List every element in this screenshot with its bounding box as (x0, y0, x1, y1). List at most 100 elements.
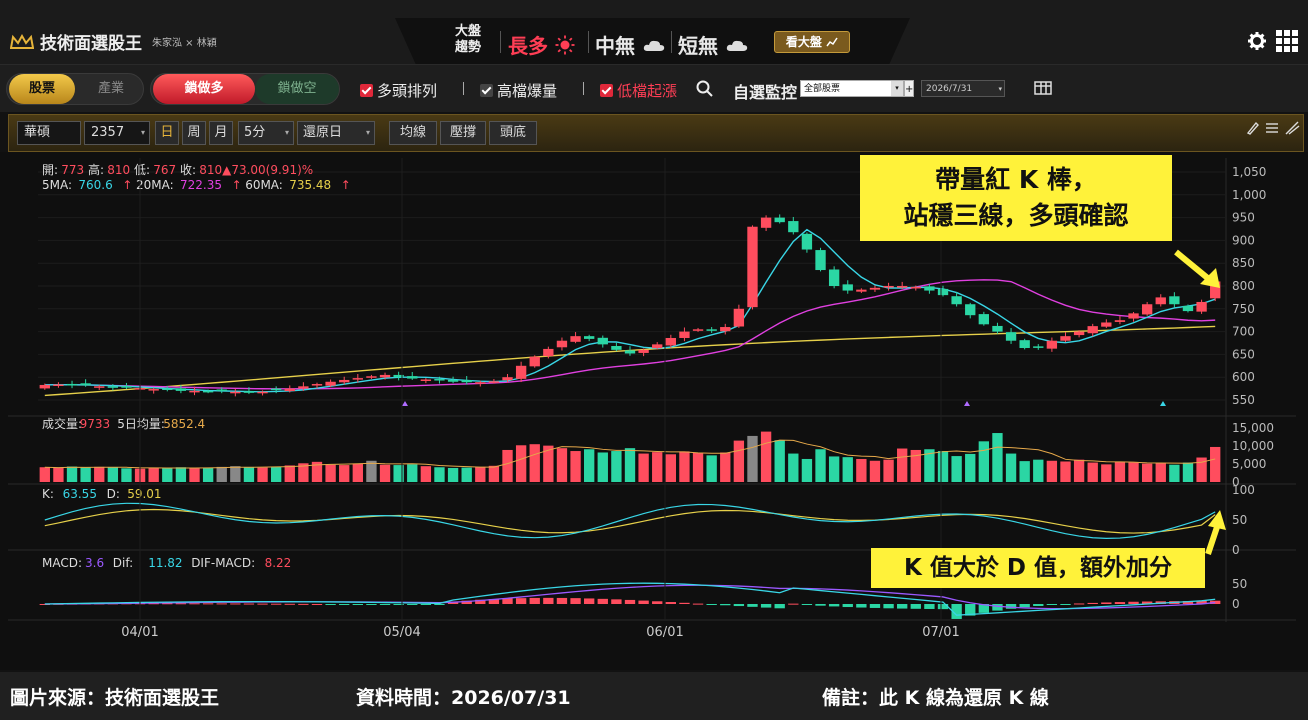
date-tick-label: 05/04 (383, 625, 420, 640)
candlestick (515, 365, 527, 379)
volume-tick-label: 10,000 (1232, 439, 1274, 453)
footer-source: 圖片來源：技術面選股王 (10, 687, 220, 709)
candlestick (992, 325, 1003, 332)
macd-histogram-bar (243, 603, 255, 605)
volume-bar (978, 441, 990, 482)
candlestick (53, 384, 64, 386)
macd-histogram-bar (230, 603, 241, 605)
gear-icon[interactable] (1248, 32, 1266, 50)
signal-marker-icon (964, 401, 970, 406)
candlestick (638, 349, 649, 353)
view-market-button[interactable]: 看大盤 (774, 31, 850, 53)
volume-bar (720, 452, 731, 482)
macd-histogram-bar (270, 603, 282, 605)
period-month-button[interactable]: 月 (209, 121, 233, 145)
candlestick (1128, 313, 1139, 319)
date-value: 2026/7/31 (926, 84, 973, 94)
checkbox-icon[interactable] (600, 84, 613, 97)
candlestick (978, 314, 990, 325)
tab-industry[interactable]: 產業 (79, 74, 143, 104)
price-tick-label: 1,000 (1232, 188, 1266, 202)
brand[interactable]: 技術面選股王 朱家泓 × 林穎 (10, 29, 217, 54)
candlestick (1141, 304, 1153, 315)
candlestick (883, 286, 894, 288)
chevron-down-icon: ▾ (140, 128, 145, 137)
macd-histogram-bar (992, 604, 1003, 611)
period-day-button[interactable]: 日 (155, 121, 179, 145)
tab-lock-long[interactable]: 鎖做多 (153, 74, 255, 104)
divider (583, 82, 584, 95)
kd-tick-label: 100 (1232, 483, 1255, 497)
macd-histogram-bar (570, 598, 581, 604)
price-info-text: 810 (107, 163, 130, 177)
volume-bar (379, 464, 391, 482)
candlestick (1019, 340, 1030, 349)
add-watchlist-button[interactable]: + (904, 80, 914, 97)
search-icon[interactable] (696, 80, 713, 97)
watchlist-select[interactable]: 全部股票 ▾ (800, 80, 904, 97)
drawing-tools-icon[interactable] (1246, 120, 1302, 136)
macd-histogram-bar (420, 604, 432, 605)
tab-stocks[interactable]: 股票 (9, 74, 75, 104)
macd-histogram-bar (1087, 602, 1098, 604)
checkbox-icon[interactable] (480, 84, 493, 97)
candlestick (325, 381, 336, 386)
price-tick-label: 850 (1232, 256, 1255, 270)
price-info-text: 開: (42, 163, 58, 177)
kd-info-text: 59.01 (127, 487, 161, 501)
filter-high-volume[interactable]: 高檔爆量 (480, 80, 557, 101)
date-select[interactable]: 2026/7/31 ▾ (921, 80, 1005, 97)
macd-histogram-bar (515, 598, 527, 604)
candlestick (801, 233, 813, 250)
date-tick-label: 04/01 (121, 625, 158, 640)
filter-label: 低檔起漲 (617, 82, 678, 100)
price-info-text: 773 (61, 163, 84, 177)
volume-bar (692, 452, 704, 482)
stock-code-value: 2357 (91, 125, 125, 140)
stock-name-field[interactable]: 華碩 (17, 121, 81, 145)
macd-histogram-bar (529, 597, 540, 604)
volume-bar (53, 467, 64, 482)
candlestick (243, 391, 255, 393)
divider (500, 31, 501, 53)
candlestick (924, 286, 935, 291)
grid-menu-icon[interactable] (1276, 30, 1298, 52)
ma-lines-button[interactable]: 均線 (389, 121, 437, 145)
stock-code-field[interactable]: 2357 ▾ (84, 121, 150, 145)
macd-info-text: 3.6 (85, 556, 104, 570)
candlestick (66, 383, 78, 386)
volume-bar (1141, 463, 1153, 482)
candlestick (1101, 322, 1112, 327)
macd-info-text: DIF-MACD: (191, 556, 255, 570)
checkbox-icon[interactable] (360, 84, 373, 97)
candlestick (475, 382, 486, 384)
macd-histogram-bar (760, 604, 772, 608)
period-week-button[interactable]: 周 (182, 121, 206, 145)
macd-histogram-bar (216, 603, 227, 605)
macd-histogram-bar (284, 603, 295, 605)
macd-histogram-bar (407, 604, 418, 605)
macd-histogram-bar (1060, 604, 1071, 605)
support-resistance-button[interactable]: 壓撐 (440, 121, 486, 145)
table-icon[interactable] (1034, 81, 1052, 95)
volume-bar (937, 451, 949, 482)
candlestick (570, 336, 581, 342)
ma20-line (44, 279, 1216, 390)
volume-bar (420, 466, 432, 482)
top-bottom-button[interactable]: 頭底 (489, 121, 537, 145)
candlestick (529, 356, 540, 367)
filter-bull-alignment[interactable]: 多頭排列 (360, 80, 437, 101)
price-info-text: 高: (88, 162, 104, 177)
volume-bar (869, 460, 881, 482)
filter-low-rise[interactable]: 低檔起漲 (600, 80, 677, 101)
candlestick (652, 344, 663, 349)
tab-lock-short[interactable]: 鎖做空 (255, 74, 339, 104)
candlestick (624, 350, 636, 354)
candlestick (760, 217, 772, 228)
interval-select[interactable]: 5分 ▾ (238, 121, 294, 145)
annotation-callout-kd: K 值大於 D 值，額外加分 (871, 548, 1205, 588)
candlestick (121, 386, 132, 388)
market-trend-label: 大盤 趨勢 (450, 24, 486, 56)
adjust-select[interactable]: 還原日 ▾ (297, 121, 375, 145)
signal-marker-icon (402, 401, 408, 406)
